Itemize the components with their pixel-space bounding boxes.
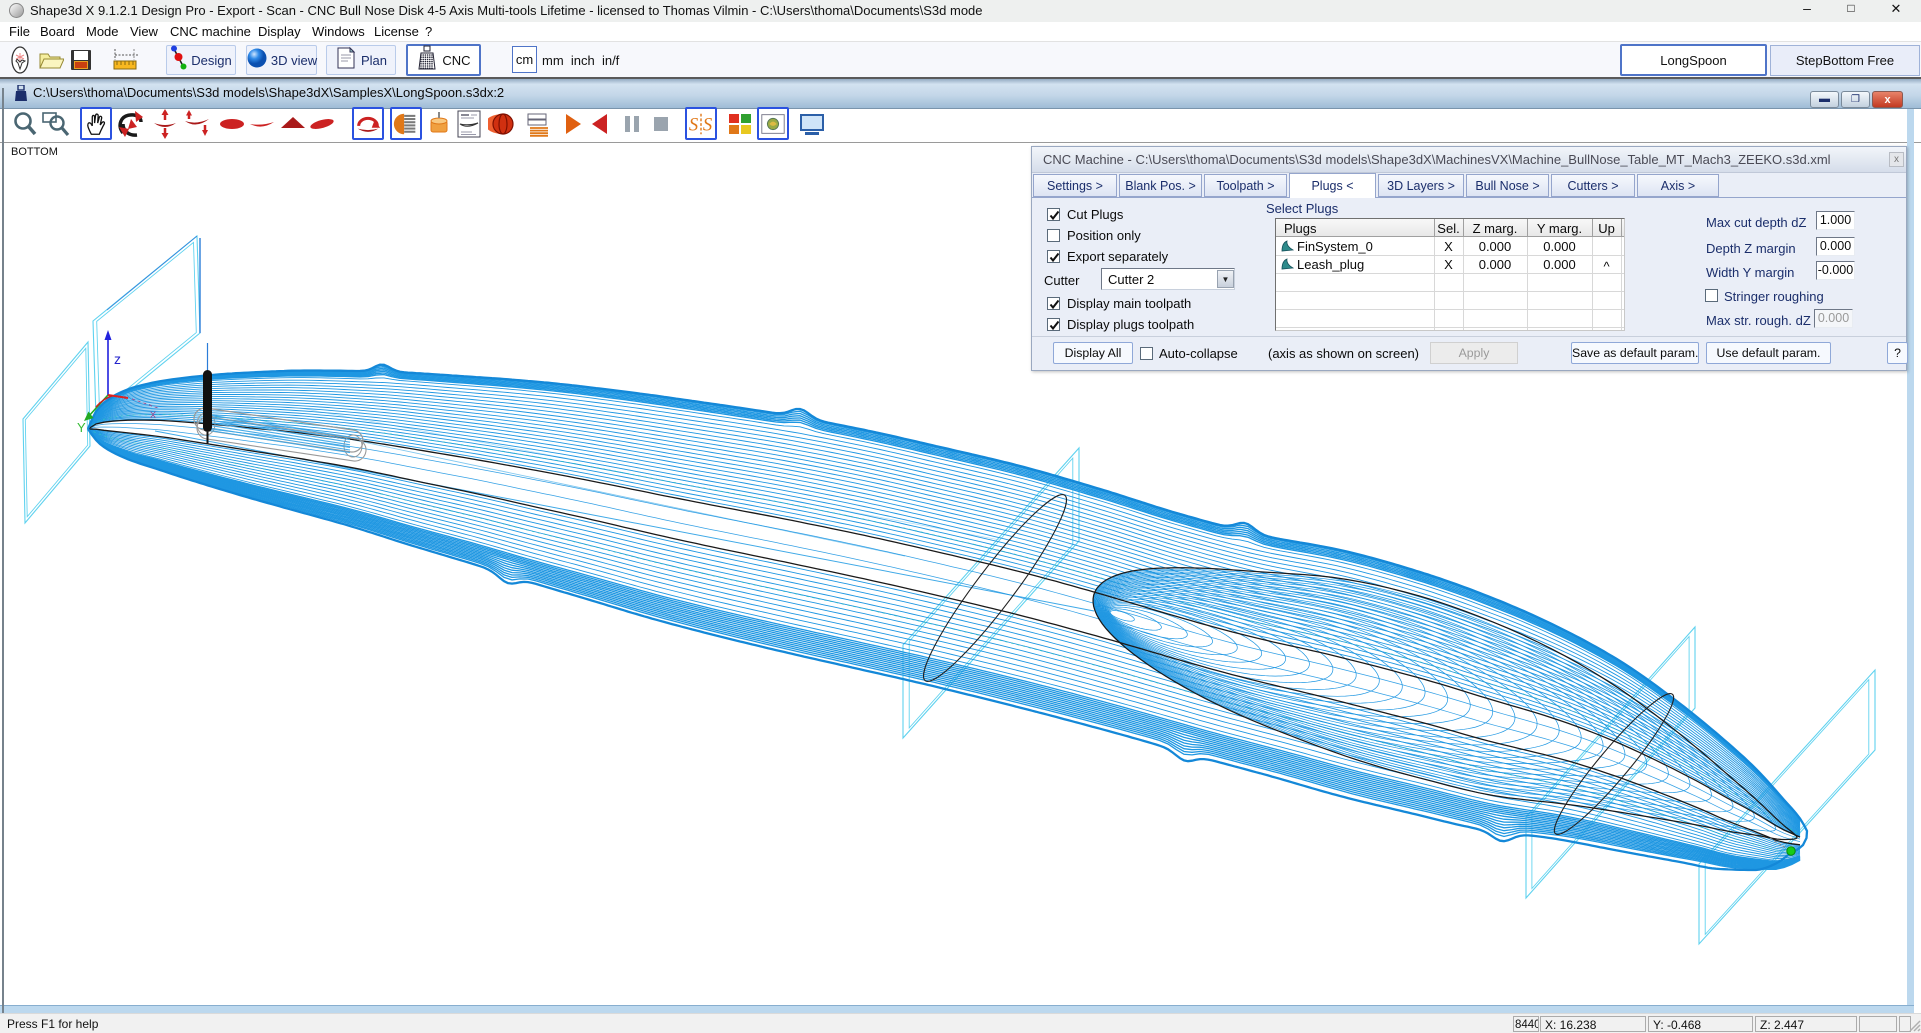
- svg-text:x: x: [150, 407, 156, 421]
- svg-text:z: z: [114, 351, 121, 367]
- svg-text:Y: Y: [77, 420, 86, 435]
- svg-text:S: S: [703, 114, 713, 135]
- svg-text:S: S: [689, 114, 699, 135]
